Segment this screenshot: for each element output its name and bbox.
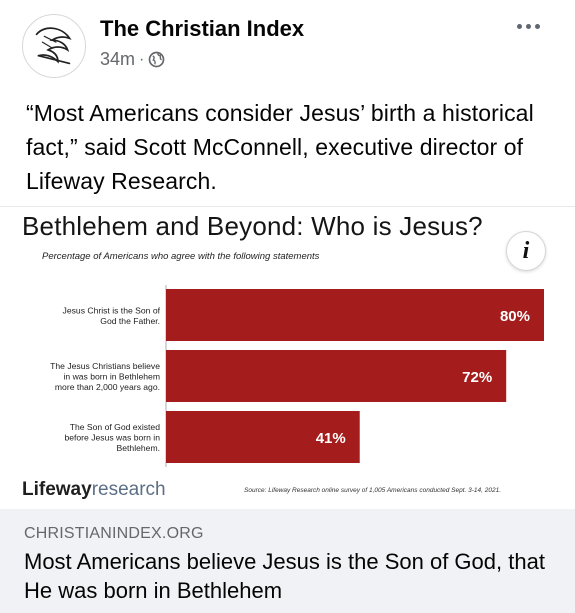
chart-bar — [166, 289, 544, 341]
chart-footer: Lifewayresearch Source: Lifeway Research… — [0, 473, 575, 509]
meta-separator: · — [139, 50, 145, 68]
page-avatar[interactable] — [22, 14, 86, 78]
lifeway-research-logo: Lifewayresearch — [22, 479, 166, 501]
link-preview[interactable]: CHRISTIANINDEX.ORG Most Americans believ… — [0, 509, 575, 613]
chart-value-label: 41% — [316, 430, 346, 447]
chart-category-label: The Son of God existed before Jesus was b… — [64, 422, 160, 453]
more-options-button[interactable] — [508, 14, 548, 38]
chart-image[interactable]: Bethlehem and Beyond: Who is Jesus? Perc… — [0, 206, 575, 509]
link-domain: CHRISTIANINDEX.ORG — [24, 525, 204, 542]
chart-category-label: The Jesus Christians believe in was born … — [50, 361, 160, 392]
post-text: “Most Americans consider Jesus’ birth a … — [26, 100, 534, 194]
chart-category-label: Jesus Christ is the Son of God the Father… — [63, 305, 161, 326]
post-meta: 34m · — [100, 49, 165, 70]
quill-logo-icon — [35, 27, 72, 65]
page-name[interactable]: The Christian Index — [100, 16, 304, 42]
post-header: The Christian Index 34m · — [0, 0, 575, 90]
globe-icon — [148, 51, 165, 68]
chart-value-label: 80% — [500, 308, 530, 325]
chart-value-label: 72% — [462, 369, 492, 386]
chart-bar — [166, 350, 507, 402]
logo-light-text: research — [91, 479, 166, 500]
chart-source: Source: Lifeway Research online survey o… — [244, 487, 502, 494]
link-headline[interactable]: Most Americans believe Jesus is the Son … — [24, 547, 564, 605]
bar-chart: 80% Jesus Christ is the Son of God the Fat… — [50, 285, 544, 467]
logo-bold-text: Lifeway — [22, 479, 92, 500]
post-time[interactable]: 34m — [100, 49, 135, 70]
more-options-icon — [516, 23, 522, 29]
